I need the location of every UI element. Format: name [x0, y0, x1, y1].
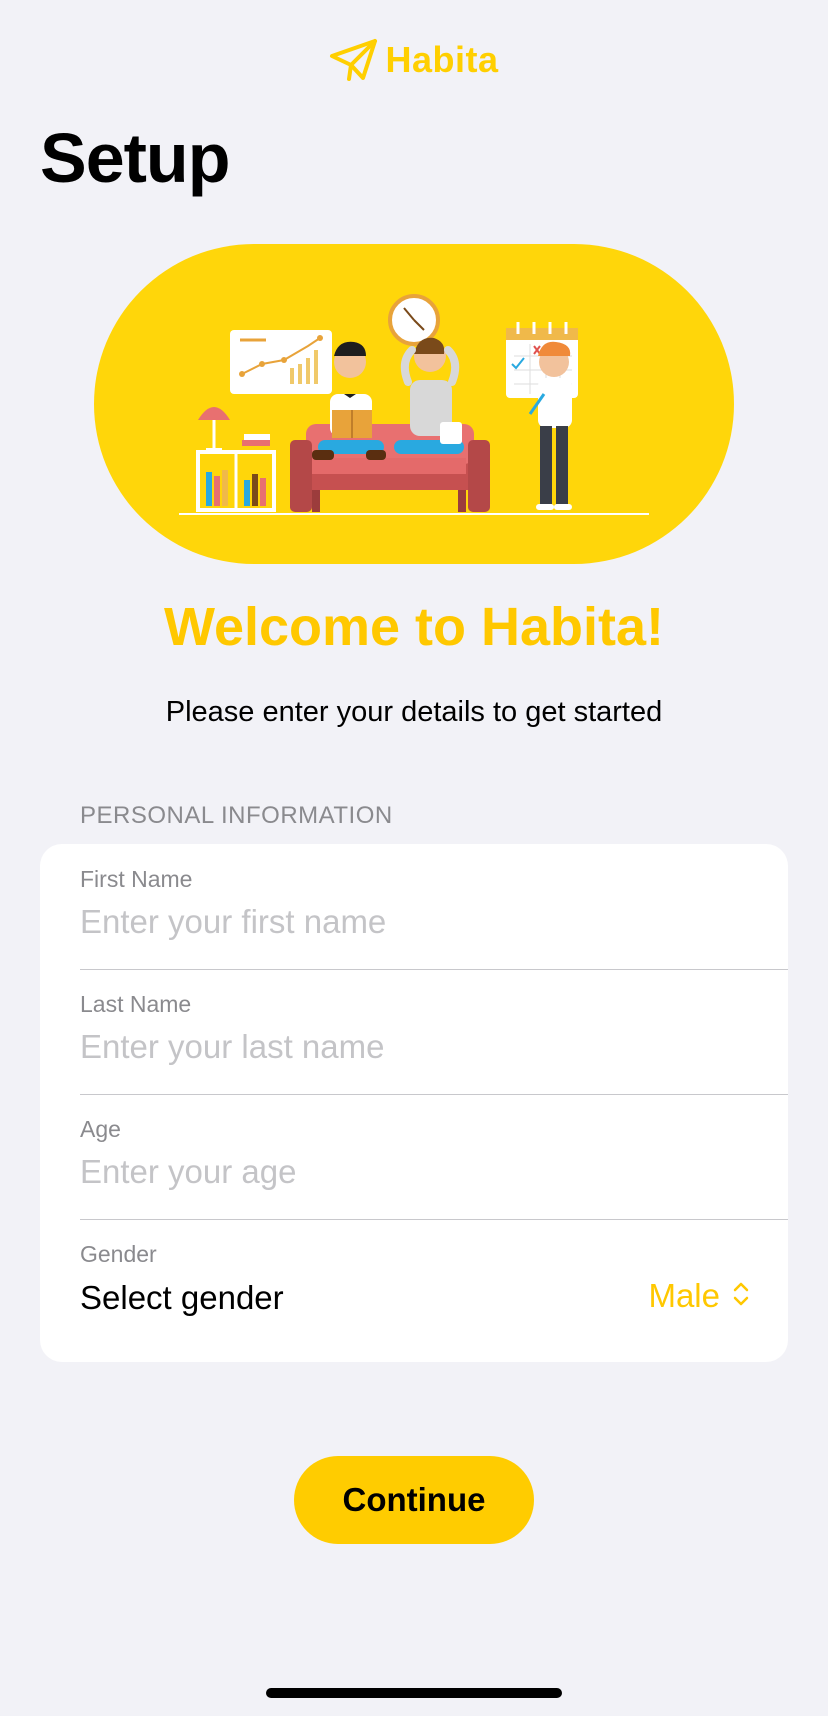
last-name-input[interactable] [80, 1025, 720, 1069]
welcome-subtitle: Please enter your details to get started [165, 696, 663, 728]
last-name-label: Last Name [80, 991, 192, 1017]
hero-illustration [94, 244, 734, 564]
gender-label: Gender [80, 1241, 157, 1267]
continue-button[interactable]: Continue [294, 1456, 534, 1544]
age-label: Age [80, 1116, 121, 1142]
page-title: Setup [40, 119, 230, 197]
welcome-heading: Welcome to Habita! [163, 597, 665, 657]
gender-picker[interactable]: Male [648, 1277, 750, 1315]
wall-clock-graphic [388, 294, 440, 346]
brand-name: Habita [385, 39, 499, 80]
first-name-row: First Name [80, 844, 788, 970]
age-input[interactable] [80, 1150, 720, 1194]
first-name-input[interactable] [80, 900, 720, 944]
gender-row: Gender Select gender Male [80, 1219, 788, 1362]
chart-board-graphic [230, 330, 332, 394]
gender-prompt: Select gender [80, 1279, 284, 1316]
bookshelf-graphic [196, 434, 276, 512]
gender-selected-value: Male [648, 1277, 720, 1314]
paper-plane-icon [329, 38, 379, 82]
age-row: Age [80, 1094, 788, 1220]
personal-info-form: First Name Last Name Age Gender Select g… [40, 844, 788, 1362]
chevron-up-down-icon [732, 1280, 750, 1313]
section-header-personal-info: PERSONAL INFORMATION [80, 802, 393, 829]
first-name-label: First Name [80, 866, 193, 892]
brand-header: Habita [0, 38, 828, 82]
home-indicator[interactable] [266, 1688, 562, 1698]
lamp-graphic [198, 407, 230, 452]
last-name-row: Last Name [80, 969, 788, 1095]
